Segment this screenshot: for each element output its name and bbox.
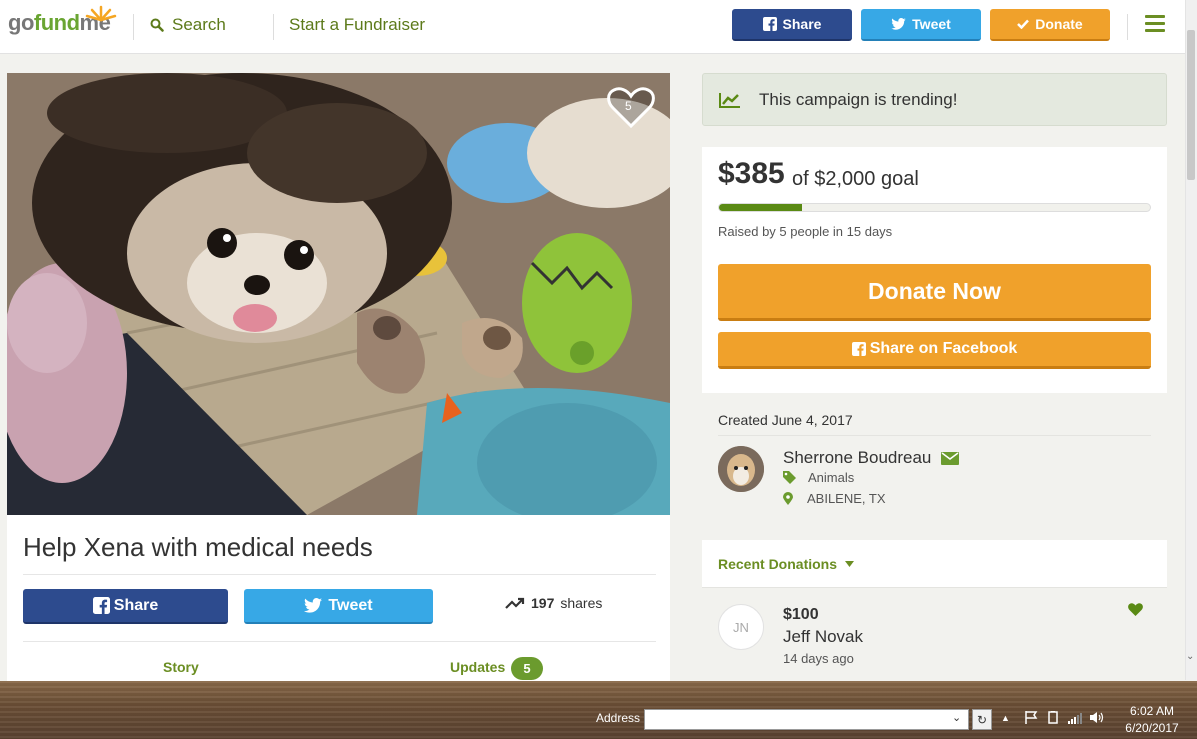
header-divider (273, 14, 274, 40)
search-link[interactable]: Search (150, 15, 226, 35)
envelope-icon[interactable] (941, 451, 960, 465)
recent-donations-dropdown[interactable]: Recent Donations (718, 556, 855, 572)
campaign-share-label: Share (113, 596, 159, 614)
facebook-icon (92, 597, 110, 614)
start-fundraiser-link[interactable]: Start a Fundraiser (289, 15, 425, 35)
campaign-tweet-button[interactable]: Tweet (244, 589, 433, 624)
scroll-down-arrow-icon[interactable]: ⌄ (1186, 651, 1194, 662)
donation-amount: $100 (783, 606, 819, 623)
organizer-avatar[interactable] (718, 446, 764, 492)
campaign-title: Help Xena with medical needs (23, 532, 373, 562)
sun-logo-icon (85, 5, 117, 22)
header-divider (1127, 14, 1128, 40)
header-tweet-button[interactable]: Tweet (861, 9, 981, 41)
action-center-flag-icon[interactable] (1024, 711, 1038, 724)
header-divider (133, 14, 134, 40)
twitter-bird-icon (891, 18, 906, 30)
shares-number: 197 (531, 595, 555, 611)
location-label: ABILENE, TX (807, 491, 886, 506)
trending-banner: This campaign is trending! (702, 73, 1167, 126)
header-tweet-label: Tweet (912, 16, 951, 32)
header-share-label: Share (782, 16, 822, 32)
updates-count-badge: 5 (511, 657, 543, 680)
location-row: ABILENE, TX (783, 491, 886, 506)
organizer-photo (718, 446, 764, 492)
network-signal-icon[interactable] (1068, 711, 1082, 724)
twitter-bird-icon (304, 598, 323, 613)
organizer-name-row: Sherrone Boudreau (783, 448, 960, 468)
tag-icon (783, 471, 796, 484)
trending-chart-icon (719, 92, 740, 108)
campaign-share-button[interactable]: Share (23, 589, 228, 624)
checkmark-icon (1017, 19, 1030, 29)
goal-progress-bar (718, 203, 1151, 212)
donate-now-button[interactable]: Donate Now (718, 264, 1151, 321)
clock-date: 6/20/2017 (1125, 721, 1179, 735)
donation-list-item (702, 600, 1167, 685)
address-input[interactable] (644, 709, 969, 730)
trending-arrow-icon (505, 597, 525, 609)
show-hidden-icons-icon[interactable]: ▲ (1001, 713, 1010, 723)
search-icon (150, 18, 164, 32)
share-count: 197 shares (505, 595, 602, 611)
taskbar-texture (0, 681, 1197, 739)
divider (23, 574, 656, 575)
header-share-button[interactable]: Share (732, 9, 852, 41)
battery-icon[interactable] (1046, 711, 1060, 724)
search-label: Search (172, 15, 226, 34)
address-toolbar-label: Address (596, 711, 641, 725)
raised-by-text: Raised by 5 people in 15 days (718, 224, 893, 239)
divider (718, 435, 1151, 436)
raised-amount: $385 (718, 157, 785, 190)
donor-avatar: JN (718, 604, 764, 650)
facebook-icon (851, 342, 866, 356)
header-donate-button[interactable]: Donate (990, 9, 1110, 41)
pomeranian-dog-photo (7, 73, 670, 515)
taskbar-clock[interactable]: 6:02 AM 6/20/2017 (1122, 703, 1182, 737)
system-tray (1024, 711, 1104, 724)
scrollbar-thumb[interactable] (1187, 30, 1195, 180)
campaign-tweet-label: Tweet (328, 596, 373, 614)
progress-fill (719, 204, 802, 211)
created-date: Created June 4, 2017 (718, 412, 853, 428)
divider (23, 641, 656, 642)
donation-heart-icon[interactable] (1128, 603, 1143, 621)
campaign-photo (7, 73, 670, 515)
address-dropdown-icon[interactable]: ⌄ (952, 711, 961, 724)
map-pin-icon (783, 492, 793, 505)
donor-name: Jeff Novak (783, 627, 864, 646)
share-on-facebook-button[interactable]: Share on Facebook (718, 332, 1151, 369)
donation-time: 14 days ago (783, 651, 854, 666)
gofundme-logo[interactable]: gofundme (8, 5, 117, 44)
category-row: Animals (783, 470, 854, 485)
share-on-facebook-label: Share on Facebook (869, 340, 1018, 357)
header-donate-label: Donate (1035, 16, 1083, 32)
facebook-icon (762, 17, 777, 31)
hamburger-menu-icon[interactable] (1145, 15, 1165, 33)
trending-text: This campaign is trending! (759, 89, 958, 109)
category-label[interactable]: Animals (808, 470, 854, 485)
organizer-name[interactable]: Sherrone Boudreau (783, 448, 931, 468)
refresh-icon[interactable]: ↻ (972, 709, 992, 730)
favorite-heart-button[interactable]: 5 (606, 86, 656, 130)
tab-updates[interactable]: Updates (450, 659, 505, 675)
recent-donations-label: Recent Donations (718, 556, 838, 572)
goal-text: of $2,000 goal (792, 168, 919, 190)
shares-label: shares (560, 595, 603, 611)
tab-story[interactable]: Story (163, 659, 199, 675)
heart-count: 5 (625, 99, 632, 113)
speaker-volume-icon[interactable] (1090, 711, 1104, 724)
caret-down-icon (845, 561, 855, 567)
clock-time: 6:02 AM (1129, 704, 1175, 718)
